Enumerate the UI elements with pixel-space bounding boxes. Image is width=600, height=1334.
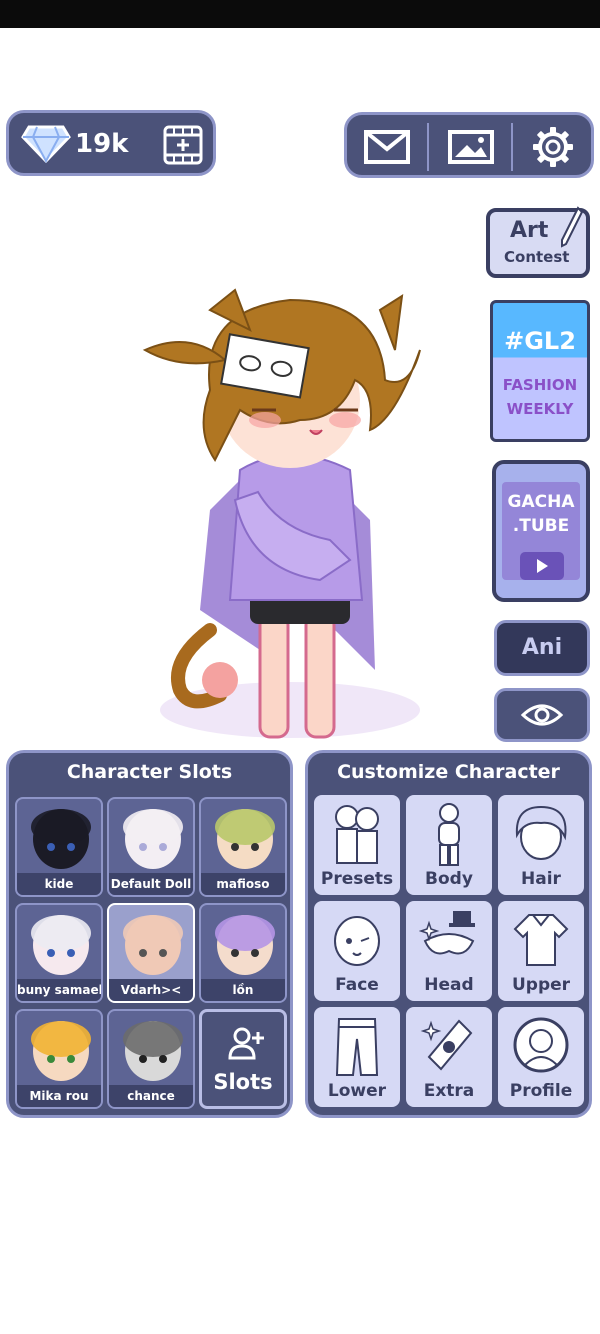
extra-button[interactable]: Extra [406,1007,492,1107]
slot-label: buny samael [17,979,101,1001]
customize-grid: Presets Body Hair Face Head Upper Lower … [314,795,584,1107]
currency-panel: 19k [6,110,216,176]
head-button[interactable]: Head [406,901,492,1001]
divider [427,123,429,171]
slot-label: kide [17,873,101,895]
profile-label: Profile [509,1081,573,1101]
face-icon [334,916,380,966]
eye-icon [520,704,564,726]
character-slot[interactable]: chance [107,1009,195,1109]
tube-label: GACHA .TUBE [496,490,586,538]
body-button[interactable]: Body [406,795,492,895]
slot-label: mafioso [201,873,285,895]
fashion-subtitle: FASHION WEEKLY [493,373,587,421]
customize-character-panel: Customize Character Presets Body Hair Fa… [305,750,592,1118]
mail-button[interactable] [359,125,415,169]
art-contest-button[interactable]: Art Contest [486,206,590,278]
profile-button[interactable]: Profile [498,1007,584,1107]
film-plus-icon[interactable] [162,124,204,166]
gear-icon [533,127,573,167]
character-slot[interactable]: Default Doll [107,797,195,897]
character-slot[interactable]: mafioso [199,797,287,897]
character-preview[interactable] [140,270,430,750]
hair-label: Hair [521,869,561,889]
character-face-icon [31,915,91,975]
top-menu-panel [344,112,594,178]
slot-label: Vdarh>< [109,979,193,1001]
gem-count: 19k [75,129,129,159]
character-slot[interactable]: Mika rou [15,1009,103,1109]
character-slot-selected[interactable]: Vdarh>< [107,903,195,1003]
upper-button[interactable]: Upper [498,901,584,1001]
play-button [520,552,564,580]
customize-character-title: Customize Character [337,761,560,783]
character-face-icon [31,1021,91,1081]
lower-label: Lower [327,1081,387,1101]
slot-label: lồn [201,979,285,1001]
ani-button[interactable]: Ani [494,620,590,676]
gacha-tube-button[interactable]: GACHA .TUBE [492,460,590,602]
gallery-icon [448,130,494,164]
art-contest-line2: Contest [504,248,570,266]
divider [511,123,513,171]
face-button[interactable]: Face [314,901,400,1001]
head-label: Head [424,975,474,995]
diamond-icon [21,125,71,163]
tube-line1: GACHA [507,492,575,512]
pencil-icon [561,206,584,248]
hair-icon [515,805,567,860]
character-slots-panel: Character Slots kide Default Doll mafios… [6,750,293,1118]
fashion-weekly-button[interactable]: #GL2 FASHION WEEKLY [490,300,590,442]
character-slot[interactable]: lồn [199,903,287,1003]
character-slot[interactable]: buny samael [15,903,103,1003]
status-bar [0,0,600,28]
presets-icon [335,805,379,864]
visibility-button[interactable] [494,688,590,742]
upper-label: Upper [511,975,571,995]
character-face-icon [215,809,275,869]
body-label: Body [425,869,473,889]
add-user-icon [228,1027,264,1060]
head-icon [419,911,475,955]
slot-label: Mika rou [17,1085,101,1107]
presets-button[interactable]: Presets [314,795,400,895]
character-face-icon [123,1021,183,1081]
character-face-icon [215,915,275,975]
gallery-button[interactable] [443,125,499,169]
add-slots-button[interactable]: Slots [199,1009,287,1109]
character-slots-title: Character Slots [66,761,233,783]
fashion-line3: WEEKLY [506,400,574,418]
fashion-title: #GL2 [504,327,576,355]
lower-icon [335,1018,379,1076]
fashion-line2: FASHION [502,376,578,394]
presets-label: Presets [320,869,394,889]
slot-label: Default Doll [109,873,193,895]
hair-button[interactable]: Hair [498,795,584,895]
character-slot[interactable]: kide [15,797,103,897]
upper-icon [513,914,569,966]
add-slots-label: Slots [213,1070,273,1094]
slots-grid: kide Default Doll mafioso buny samael Vd… [15,797,287,1109]
character-face-icon [31,809,91,869]
settings-button[interactable] [525,125,581,169]
extra-label: Extra [423,1081,475,1101]
lower-button[interactable]: Lower [314,1007,400,1107]
body-icon [438,803,460,866]
extra-icon [420,1019,473,1071]
play-icon [537,559,548,573]
mail-icon [364,130,410,164]
art-contest-line1: Art [510,218,549,243]
slot-label: chance [109,1085,193,1107]
tube-line2: .TUBE [512,516,570,536]
profile-icon [513,1017,569,1073]
character-face-icon [123,915,183,975]
face-label: Face [335,975,379,995]
character-face-icon [123,809,183,869]
